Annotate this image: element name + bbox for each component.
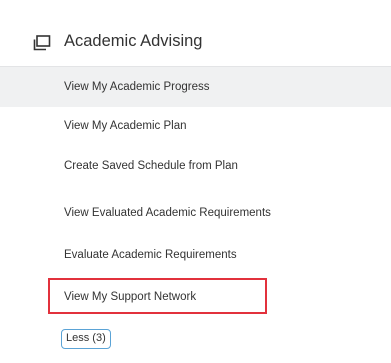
section-header: Academic Advising <box>0 22 391 66</box>
menu-item-view-evaluated-requirements[interactable]: View Evaluated Academic Requirements <box>0 193 391 233</box>
menu-item-evaluate-requirements[interactable]: Evaluate Academic Requirements <box>0 235 391 275</box>
window-stack-icon <box>33 35 51 51</box>
section-title: Academic Advising <box>64 32 203 50</box>
menu-item-label: Evaluate Academic Requirements <box>64 249 237 261</box>
menu-item-view-my-academic-progress[interactable]: View My Academic Progress <box>0 66 391 107</box>
less-button[interactable]: Less (3) <box>61 329 111 349</box>
menu-item-label: View My Academic Plan <box>64 120 187 132</box>
academic-advising-panel: Academic Advising View My Academic Progr… <box>0 0 391 363</box>
highlight-box <box>48 278 267 314</box>
menu-item-create-saved-schedule[interactable]: Create Saved Schedule from Plan <box>0 146 391 186</box>
menu-item-view-my-academic-plan[interactable]: View My Academic Plan <box>0 106 391 146</box>
menu-item-label: View Evaluated Academic Requirements <box>64 207 271 219</box>
menu-item-label: Create Saved Schedule from Plan <box>64 160 238 172</box>
menu-item-label: View My Academic Progress <box>64 81 210 93</box>
